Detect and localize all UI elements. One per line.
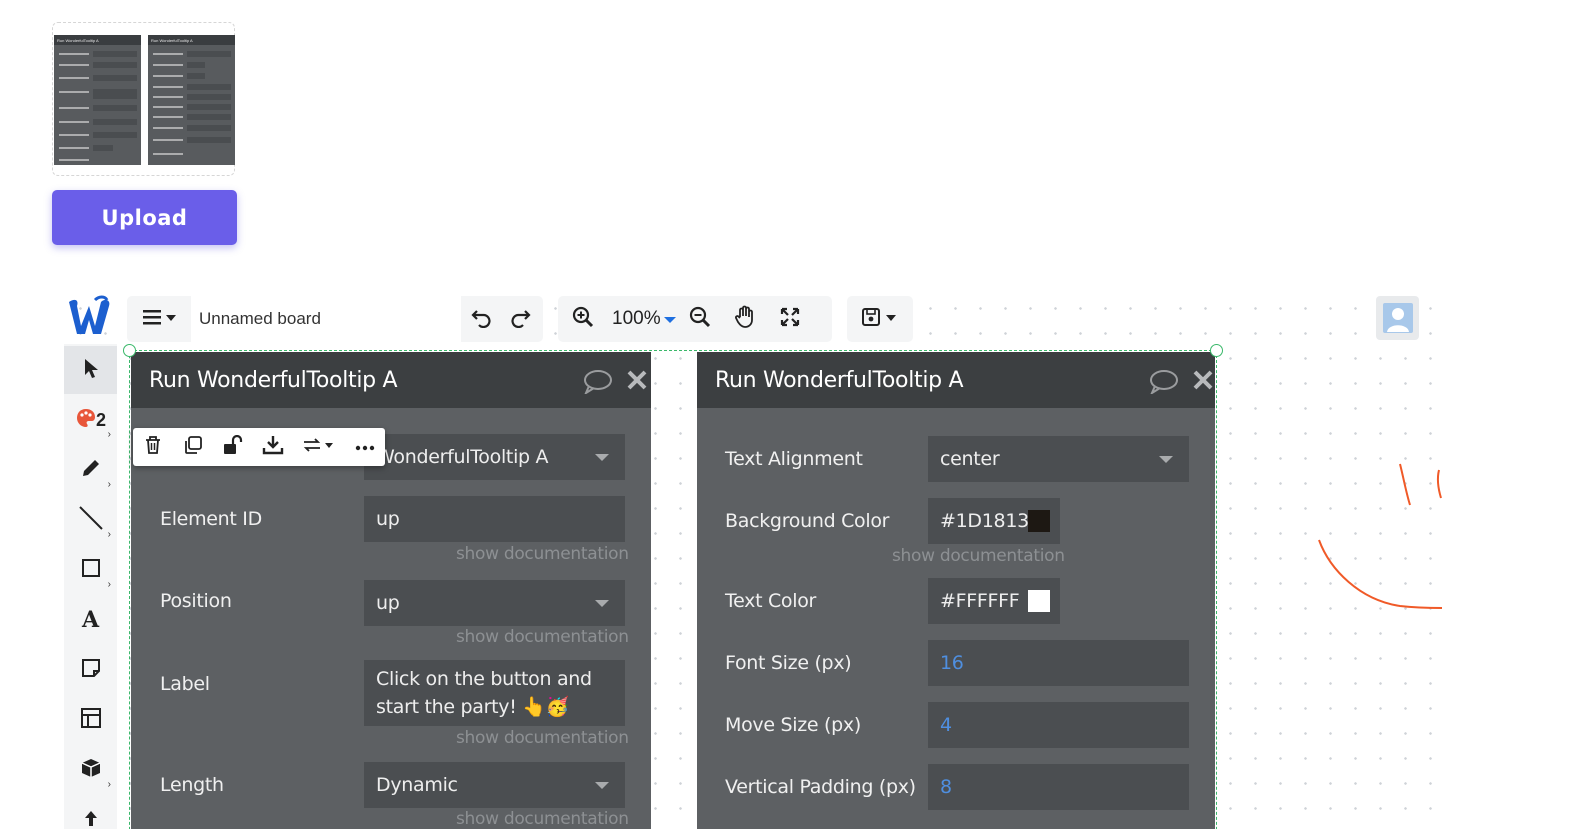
chevron-down-icon [663,308,676,330]
unlock-icon [222,434,244,460]
chevron-right-icon: › [107,779,111,790]
chevron-right-icon: › [107,529,111,540]
trash-icon [144,435,162,460]
line-icon [78,505,104,536]
upload-tool[interactable] [64,796,117,829]
zoom-toolbar: 100% [558,296,832,342]
duplicate-button[interactable] [173,428,213,466]
app-logo [65,294,115,338]
cube-icon [80,757,102,784]
board-toolbar [127,296,543,342]
zoom-out-button[interactable] [680,296,720,342]
copy-icon [183,435,203,460]
palette-tool[interactable]: 2 › [64,396,117,444]
thumbnail-left-panel: Run WonderfulTooltip A [54,35,141,165]
sticky-note-tool[interactable] [64,646,117,694]
main-menu-button[interactable] [127,296,191,342]
swap-icon [301,435,337,460]
zoom-in-button[interactable] [558,296,608,342]
upload-button[interactable]: Upload [52,190,237,245]
save-menu-button[interactable] [847,296,913,342]
left-toolbar: 2 › › › › A › [64,344,117,829]
selection-toolbar [133,428,385,466]
zoom-level-value: 100% [612,308,661,329]
image-thumbnail[interactable]: Run WonderfulTooltip A Run WonderfulTool… [52,22,235,176]
undo-icon [470,306,492,333]
thumbnail-right-title: Run WonderfulTooltip A [148,35,235,45]
more-options-button[interactable] [345,428,385,466]
delete-button[interactable] [133,428,173,466]
hand-icon [734,305,756,334]
arrow-up-icon [81,808,101,829]
pen-tool[interactable]: › [64,446,117,494]
select-tool[interactable] [64,346,117,394]
lock-button[interactable] [213,428,253,466]
cursor-icon [82,357,100,384]
layout-icon [80,707,102,734]
save-icon [860,306,900,333]
pencil-icon [80,457,102,484]
swap-menu-button[interactable] [293,428,345,466]
redo-button[interactable] [501,296,541,342]
line-tool[interactable]: › [64,496,117,544]
download-icon [262,435,284,460]
resize-handle-top-left[interactable] [123,344,136,357]
redo-icon [510,306,532,333]
zoom-in-icon [571,305,595,334]
pan-button[interactable] [720,296,770,342]
expand-icon [779,306,801,333]
app-root: Run WonderfulTooltip A Run WonderfulTool… [0,0,1579,829]
user-avatar[interactable] [1376,296,1419,340]
zoom-level-select[interactable]: 100% [608,308,680,330]
shape-tool[interactable]: › [64,546,117,594]
rectangle-icon [81,558,101,583]
thumbnail-right-panel: Run WonderfulTooltip A [148,35,235,165]
palette-icon [75,407,97,434]
hamburger-icon [141,307,177,332]
zoom-out-icon [688,305,712,334]
frame-tool[interactable] [64,696,117,744]
chevron-right-icon: › [107,429,111,440]
more-horizontal-icon [355,438,375,456]
chevron-right-icon: › [107,579,111,590]
fit-to-screen-button[interactable] [770,296,810,342]
thumbnail-left-title: Run WonderfulTooltip A [54,35,141,45]
freehand-drawing[interactable] [1300,450,1442,620]
3d-object-tool[interactable]: › [64,746,117,794]
selection-frame [129,350,1217,829]
palette-count-badge: 2 [95,409,106,430]
chevron-right-icon: › [107,479,111,490]
undo-button[interactable] [461,296,501,342]
text-icon: A [81,607,100,633]
text-tool[interactable]: A [64,596,117,644]
board-name-input[interactable] [191,296,461,342]
download-button[interactable] [253,428,293,466]
resize-handle-top-right[interactable] [1210,344,1223,357]
sticky-note-icon [81,658,101,683]
